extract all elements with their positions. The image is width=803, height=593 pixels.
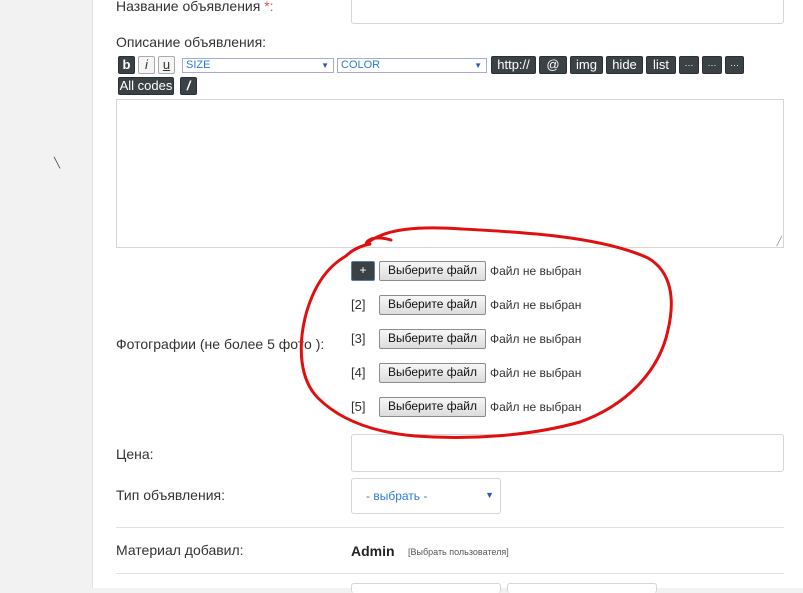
add-photo-button[interactable]: + (351, 261, 375, 281)
hide-button[interactable]: hide (606, 56, 643, 74)
title-label: Название объявления *: (116, 0, 274, 14)
divider (116, 527, 784, 528)
resize-grip-icon[interactable]: ╱ (777, 237, 782, 246)
more-button-1[interactable]: ··· (679, 56, 699, 74)
divider (116, 573, 784, 574)
choose-user-link[interactable]: [Выбрать пользователя] (408, 547, 509, 557)
more-button-3[interactable]: ··· (725, 56, 744, 74)
color-select-value: COLOR (341, 59, 381, 71)
underline-button[interactable]: u (158, 56, 175, 74)
author-name: Admin (351, 543, 395, 559)
size-select[interactable]: SIZE ▼ (182, 58, 334, 73)
price-label: Цена: (116, 446, 154, 462)
cursor-mark-icon: ╲ (54, 158, 61, 169)
more-button-2[interactable]: ··· (702, 56, 722, 74)
photos-label: Фотографии (не более 5 фото ): (116, 336, 325, 352)
type-select[interactable]: - выбрать - ▼ (351, 478, 501, 514)
added-by-label: Материал добавил: (116, 542, 244, 558)
link-button[interactable]: http:// (491, 56, 536, 74)
left-gutter: ╲ (0, 0, 93, 588)
file-status: Файл не выбран (490, 332, 582, 346)
choose-file-button[interactable]: Выберите файл (379, 329, 486, 349)
bold-button[interactable]: b (118, 56, 135, 74)
file-status: Файл не выбран (490, 264, 582, 278)
title-input[interactable] (351, 0, 784, 24)
email-button[interactable]: @ (539, 56, 567, 74)
price-input[interactable] (351, 434, 784, 472)
chevron-down-icon: ▼ (485, 490, 494, 500)
photo-row-number: [4] (351, 365, 366, 380)
file-status: Файл не выбран (490, 400, 582, 414)
type-label: Тип объявления: (116, 487, 225, 503)
choose-file-button[interactable]: Выберите файл (379, 397, 486, 417)
image-button[interactable]: img (570, 56, 603, 74)
italic-button[interactable]: i (138, 56, 155, 74)
photo-row-number: [2] (351, 297, 366, 312)
choose-file-button[interactable]: Выберите файл (379, 363, 486, 383)
choose-file-button[interactable]: Выберите файл (379, 295, 486, 315)
title-label-text: Название объявления (116, 0, 261, 14)
next-field-left[interactable] (351, 583, 501, 593)
choose-file-button[interactable]: Выберите файл (379, 261, 486, 281)
color-select[interactable]: COLOR ▼ (337, 58, 487, 73)
chevron-down-icon: ▼ (474, 61, 482, 70)
description-textarea[interactable]: ╱ (116, 99, 784, 248)
type-select-value: - выбрать - (366, 489, 428, 503)
close-tags-button[interactable]: / (180, 77, 197, 95)
all-codes-button[interactable]: All codes (118, 77, 174, 95)
chevron-down-icon: ▼ (321, 61, 329, 70)
description-label: Описание объявления: (116, 34, 267, 50)
list-button[interactable]: list (646, 56, 676, 74)
photo-row-number: [3] (351, 331, 366, 346)
size-select-value: SIZE (186, 59, 211, 71)
photo-row-number: [5] (351, 399, 366, 414)
editor-toolbar: b i u SIZE ▼ COLOR ▼ http:// @ img hide … (116, 55, 788, 97)
file-status: Файл не выбран (490, 298, 582, 312)
required-mark: *: (264, 0, 274, 14)
file-status: Файл не выбран (490, 366, 582, 380)
next-field-right[interactable] (507, 583, 657, 593)
